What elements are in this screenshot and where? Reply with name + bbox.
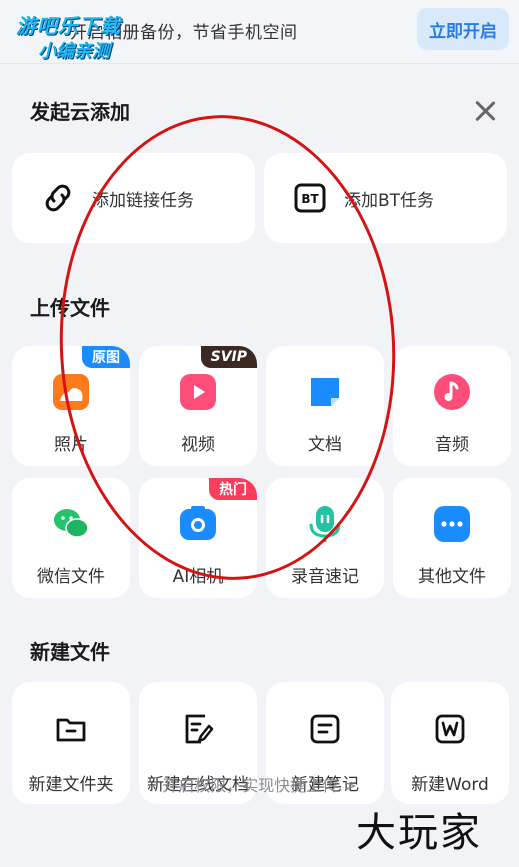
document-label: 文档 <box>308 435 342 455</box>
note-icon <box>310 714 340 744</box>
add-bt-task-label: 添加BT任务 <box>344 190 435 211</box>
photo-label: 照片 <box>54 435 88 455</box>
enable-permission-link[interactable]: 开启权限，实现快捷上传 > <box>0 772 519 796</box>
add-bt-task-button[interactable]: BT 添加BT任务 <box>264 153 507 243</box>
video-label: 视频 <box>181 435 215 455</box>
upload-photo-button[interactable]: 原图 照片 <box>12 346 130 466</box>
close-icon[interactable] <box>473 98 497 122</box>
photo-icon <box>53 374 89 410</box>
add-link-task-button[interactable]: 添加链接任务 <box>12 153 255 243</box>
bt-icon: BT <box>294 183 326 213</box>
folder-icon <box>56 718 86 742</box>
watermark-top: 游吧乐下载 小编亲测 <box>16 14 121 62</box>
upload-document-button[interactable]: 文档 <box>266 346 384 466</box>
document-icon <box>311 378 339 406</box>
more-icon <box>434 506 470 542</box>
upload-section-title: 上传文件 <box>30 296 110 320</box>
svg-text:BT: BT <box>301 192 319 206</box>
video-icon <box>180 374 216 410</box>
upload-audio-button[interactable]: 音频 <box>393 346 511 466</box>
other-label: 其他文件 <box>418 567 486 587</box>
audio-label: 音频 <box>435 435 469 455</box>
svip-badge: SVIP <box>200 346 257 368</box>
wechat-icon <box>54 509 89 538</box>
microphone-icon <box>309 506 341 542</box>
camera-icon <box>180 506 216 540</box>
audio-icon <box>434 374 470 410</box>
wechat-label: 微信文件 <box>37 567 105 587</box>
online-doc-icon <box>185 714 214 744</box>
link-icon <box>45 184 71 212</box>
hot-badge: 热门 <box>209 478 257 500</box>
upload-wechat-button[interactable]: 微信文件 <box>12 478 130 598</box>
voice-memo-button[interactable]: 录音速记 <box>266 478 384 598</box>
watermark-bottom: 大玩家 <box>356 810 482 856</box>
ai-camera-button[interactable]: 热门 AI相机 <box>139 478 257 598</box>
voice-memo-label: 录音速记 <box>291 567 359 587</box>
word-icon <box>435 714 465 744</box>
ai-camera-label: AI相机 <box>172 567 224 587</box>
enable-backup-button[interactable]: 立即开启 <box>417 8 509 50</box>
upload-other-button[interactable]: 其他文件 <box>393 478 511 598</box>
sheet-title: 发起云添加 <box>30 100 130 124</box>
cloud-add-sheet: 发起云添加 添加链接任务 BT 添加BT任务 上传文件 原图 照片 SVIP 视… <box>0 66 519 867</box>
create-section-title: 新建文件 <box>30 640 110 664</box>
upload-video-button[interactable]: SVIP 视频 <box>139 346 257 466</box>
add-link-task-label: 添加链接任务 <box>92 190 194 211</box>
original-badge: 原图 <box>82 346 130 368</box>
